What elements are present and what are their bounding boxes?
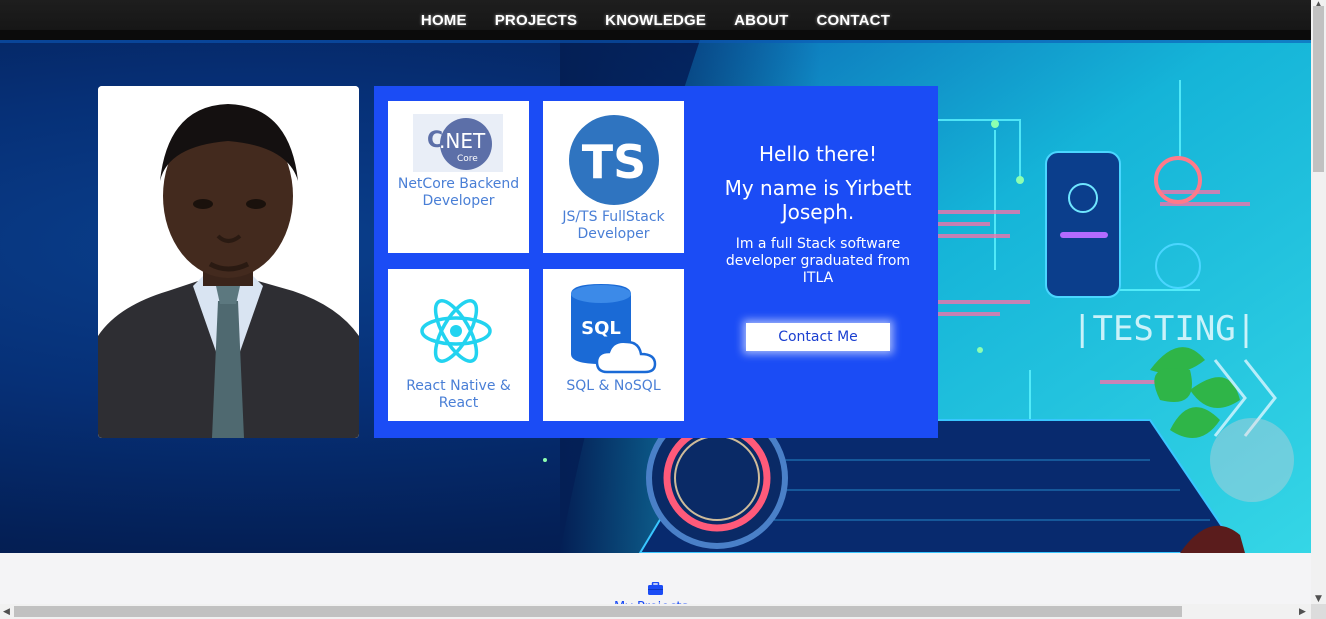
skill-card-sql: SQL SQL & NoSQL — [543, 269, 684, 421]
intro-text: Hello there! My name is Yirbett Joseph. … — [710, 142, 926, 287]
vertical-scrollbar[interactable]: ▲ ▼ — [1311, 0, 1326, 604]
nav-knowledge[interactable]: KNOWLEDGE — [605, 12, 706, 29]
svg-text:Core: Core — [457, 154, 478, 164]
greeting-heading: Hello there! — [759, 142, 877, 166]
profile-photo — [98, 86, 359, 438]
intro-description: Im a full Stack software developer gradu… — [725, 236, 911, 286]
skill-card-typescript: TS JS/TS FullStack Developer — [543, 101, 684, 253]
skill-card-label: SQL & NoSQL — [566, 378, 661, 394]
scroll-right-arrow-icon[interactable]: ▶ — [1299, 607, 1306, 617]
page: HOME PROJECTS KNOWLEDGE ABOUT CONTACT |T… — [0, 0, 1326, 619]
vertical-scrollbar-thumb[interactable] — [1313, 6, 1324, 172]
horizontal-scrollbar-thumb[interactable] — [14, 606, 1182, 617]
hero-background-text: |TESTING| — [1072, 309, 1256, 349]
svg-text:.NET: .NET — [439, 129, 486, 153]
top-navigation: HOME PROJECTS KNOWLEDGE ABOUT CONTACT — [0, 0, 1311, 40]
contact-me-button[interactable]: Contact Me — [746, 323, 890, 351]
svg-text:TS: TS — [582, 135, 647, 189]
scroll-left-arrow-icon[interactable]: ◀ — [3, 607, 10, 617]
typescript-icon: TS — [568, 114, 660, 206]
sql-database-icon: SQL — [569, 284, 659, 376]
hero-section: |TESTING| C .NET Core NetCore Backend De… — [0, 40, 1311, 553]
skill-card-netcore: C .NET Core NetCore Backend Developer — [388, 101, 529, 253]
svg-text:SQL: SQL — [581, 318, 621, 339]
briefcase-icon — [648, 582, 663, 595]
scrollbar-corner — [1311, 604, 1326, 619]
nav-about[interactable]: ABOUT — [734, 12, 788, 29]
skill-card-react: React Native & React — [388, 269, 529, 421]
nav-projects[interactable]: PROJECTS — [495, 12, 577, 29]
nav-bottom-strip — [0, 30, 1311, 40]
scroll-down-arrow-icon[interactable]: ▼ — [1315, 594, 1322, 604]
name-heading: My name is Yirbett Joseph. — [724, 176, 912, 224]
nav-home[interactable]: HOME — [421, 12, 467, 29]
horizontal-scrollbar[interactable]: ◀ ▶ — [0, 604, 1311, 619]
skill-card-label: JS/TS FullStack Developer — [562, 209, 665, 242]
skill-card-label: NetCore Backend Developer — [397, 176, 520, 209]
profile-portrait-image — [98, 86, 359, 438]
dotnet-core-icon: C .NET Core — [413, 114, 503, 172]
projects-section: My Projects — [0, 553, 1311, 615]
nav-contact[interactable]: CONTACT — [816, 12, 890, 29]
intro-panel: C .NET Core NetCore Backend Developer TS… — [374, 86, 938, 438]
react-icon — [418, 293, 498, 369]
skill-card-label: React Native & React — [406, 378, 511, 411]
